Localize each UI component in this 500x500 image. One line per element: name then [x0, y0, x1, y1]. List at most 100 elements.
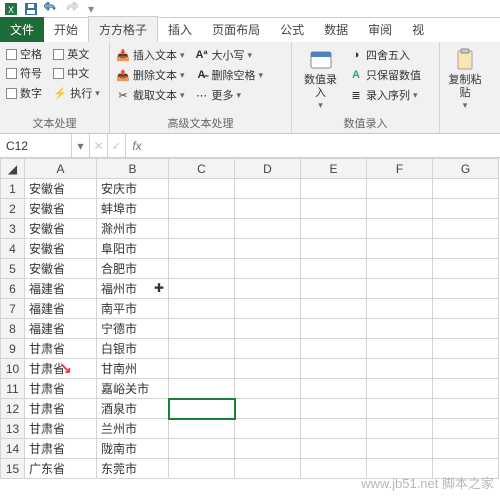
cell-E15[interactable]	[301, 459, 367, 479]
cell-E3[interactable]	[301, 219, 367, 239]
cell-E14[interactable]	[301, 439, 367, 459]
cell-G7[interactable]	[433, 299, 499, 319]
row-header[interactable]: 6	[1, 279, 25, 299]
cell-C15[interactable]	[169, 459, 235, 479]
chk-symbol[interactable]: 符号	[6, 65, 45, 81]
cell-D10[interactable]	[235, 359, 301, 379]
name-box[interactable]: C12	[0, 134, 72, 157]
cell-E13[interactable]	[301, 419, 367, 439]
cell-D8[interactable]	[235, 319, 301, 339]
cell-F3[interactable]	[367, 219, 433, 239]
cell-C5[interactable]	[169, 259, 235, 279]
cell-C8[interactable]	[169, 319, 235, 339]
cell-C7[interactable]	[169, 299, 235, 319]
qat-dropdown-icon[interactable]: ▾	[84, 2, 98, 16]
cell-C6[interactable]	[169, 279, 235, 299]
cell-B11[interactable]: 嘉峪关市	[97, 379, 169, 399]
undo-icon[interactable]	[44, 2, 58, 16]
cell-F9[interactable]	[367, 339, 433, 359]
cell-A4[interactable]: 安徽省	[25, 239, 97, 259]
fx-icon[interactable]: fx	[126, 134, 148, 157]
cell-G4[interactable]	[433, 239, 499, 259]
tab-file[interactable]: 文件	[0, 17, 44, 42]
cell-A5[interactable]: 安徽省	[25, 259, 97, 279]
cell-G2[interactable]	[433, 199, 499, 219]
cell-F1[interactable]	[367, 179, 433, 199]
cell-D7[interactable]	[235, 299, 301, 319]
cell-D6[interactable]	[235, 279, 301, 299]
tab-data[interactable]: 数据	[314, 17, 358, 42]
cell-B4[interactable]: 阜阳市	[97, 239, 169, 259]
cell-F8[interactable]	[367, 319, 433, 339]
row-header[interactable]: 5	[1, 259, 25, 279]
select-all[interactable]: ◢	[1, 159, 25, 179]
cell-A11[interactable]: 甘肃省	[25, 379, 97, 399]
enter-icon[interactable]: ✓	[108, 134, 126, 157]
cell-D4[interactable]	[235, 239, 301, 259]
cell-E10[interactable]	[301, 359, 367, 379]
cell-D11[interactable]	[235, 379, 301, 399]
cell-G8[interactable]	[433, 319, 499, 339]
save-icon[interactable]	[24, 2, 38, 16]
cell-C12[interactable]	[169, 399, 235, 419]
row-header[interactable]: 2	[1, 199, 25, 219]
cell-D1[interactable]	[235, 179, 301, 199]
cell-C10[interactable]	[169, 359, 235, 379]
cell-E2[interactable]	[301, 199, 367, 219]
tab-home[interactable]: 开始	[44, 17, 88, 42]
cell-F13[interactable]	[367, 419, 433, 439]
cell-G1[interactable]	[433, 179, 499, 199]
row-header[interactable]: 3	[1, 219, 25, 239]
cell-F6[interactable]	[367, 279, 433, 299]
cell-E4[interactable]	[301, 239, 367, 259]
cell-E11[interactable]	[301, 379, 367, 399]
cell-B12[interactable]: 酒泉市	[97, 399, 169, 419]
cell-D3[interactable]	[235, 219, 301, 239]
cell-A6[interactable]: 福建省	[25, 279, 97, 299]
cell-A1[interactable]: 安徽省	[25, 179, 97, 199]
case-button[interactable]: Aª大小写▾	[195, 46, 264, 64]
row-header[interactable]: 1	[1, 179, 25, 199]
col-header-D[interactable]: D	[235, 159, 301, 179]
chk-number[interactable]: 数字	[6, 84, 45, 102]
cell-B14[interactable]: 陇南市	[97, 439, 169, 459]
delete-text-button[interactable]: 📤删除文本▾	[116, 66, 185, 84]
col-header-B[interactable]: B	[97, 159, 169, 179]
cell-E12[interactable]	[301, 399, 367, 419]
cell-B3[interactable]: 滁州市	[97, 219, 169, 239]
tab-view[interactable]: 视	[402, 17, 434, 42]
cell-C13[interactable]	[169, 419, 235, 439]
chk-chinese[interactable]: 中文	[53, 65, 103, 81]
col-header-F[interactable]: F	[367, 159, 433, 179]
cell-F11[interactable]	[367, 379, 433, 399]
cell-A13[interactable]: 甘肃省	[25, 419, 97, 439]
cell-B10[interactable]: 甘南州	[97, 359, 169, 379]
cell-F2[interactable]	[367, 199, 433, 219]
copy-paste-button[interactable]: 复制粘 贴▾	[446, 46, 484, 113]
row-header[interactable]: 8	[1, 319, 25, 339]
cell-B5[interactable]: 合肥市	[97, 259, 169, 279]
row-header[interactable]: 9	[1, 339, 25, 359]
name-box-dropdown-icon[interactable]: ▾	[72, 134, 90, 157]
cell-A3[interactable]: 安徽省	[25, 219, 97, 239]
cell-F14[interactable]	[367, 439, 433, 459]
cell-E9[interactable]	[301, 339, 367, 359]
row-header[interactable]: 4	[1, 239, 25, 259]
cell-G14[interactable]	[433, 439, 499, 459]
cell-C3[interactable]	[169, 219, 235, 239]
cell-A14[interactable]: 甘肃省	[25, 439, 97, 459]
insert-text-button[interactable]: 📥插入文本▾	[116, 46, 185, 64]
tab-formula[interactable]: 公式	[270, 17, 314, 42]
cell-D15[interactable]	[235, 459, 301, 479]
cell-D5[interactable]	[235, 259, 301, 279]
cell-E7[interactable]	[301, 299, 367, 319]
cell-D13[interactable]	[235, 419, 301, 439]
cut-text-button[interactable]: ✂截取文本▾	[116, 86, 185, 104]
row-header[interactable]: 10	[1, 359, 25, 379]
redo-icon[interactable]	[64, 2, 78, 16]
cell-B2[interactable]: 蚌埠市	[97, 199, 169, 219]
cell-G3[interactable]	[433, 219, 499, 239]
cell-E8[interactable]	[301, 319, 367, 339]
chk-blank[interactable]: 空格	[6, 46, 45, 62]
more-button[interactable]: ⋯更多▾	[195, 86, 264, 104]
